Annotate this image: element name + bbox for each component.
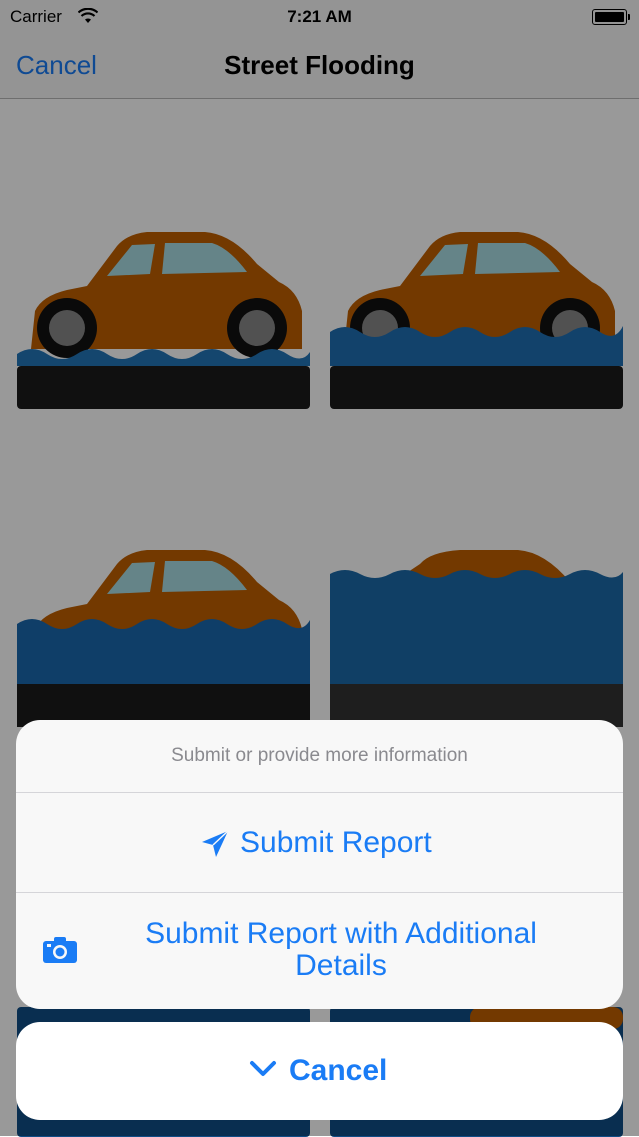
chevron-down-icon <box>249 1060 277 1083</box>
cancel-label: Cancel <box>289 1054 388 1087</box>
submit-report-button[interactable]: Submit Report <box>16 793 623 892</box>
paper-plane-icon <box>201 830 229 863</box>
cancel-button[interactable]: Cancel <box>16 1022 623 1120</box>
action-sheet: Submit or provide more information Submi… <box>16 720 623 1009</box>
submit-with-details-button[interactable]: Submit Report with Additional Details <box>16 893 623 1009</box>
submit-report-label: Submit Report <box>240 826 432 859</box>
action-sheet-message: Submit or provide more information <box>171 745 468 766</box>
camera-icon <box>43 937 77 968</box>
submit-with-details-label: Submit Report with Additional Details <box>145 917 537 982</box>
